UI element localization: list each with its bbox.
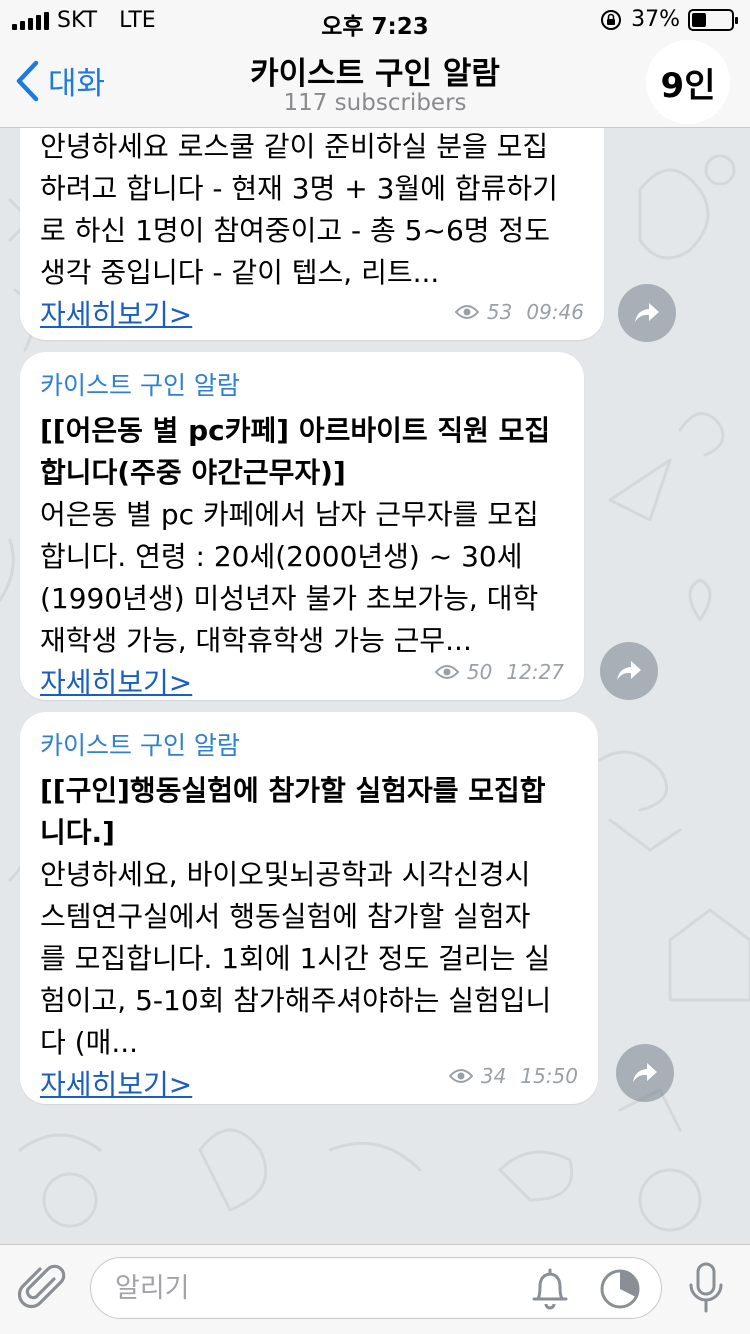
forward-button[interactable]	[600, 642, 658, 700]
message-line: 스템연구실에서 행동실험에 참가할 실험자	[40, 900, 531, 933]
eye-icon	[448, 1069, 473, 1083]
microphone-icon[interactable]	[686, 1261, 726, 1315]
channel-avatar[interactable]: 9인	[646, 40, 730, 124]
message-line: 다 (매...	[40, 1026, 139, 1059]
message-bubble-3: 카이스트 구인 알람 [[구인]행동실험에 참가할 실험자를 모집합 니다.] …	[20, 712, 598, 1104]
message-bubble-2: 카이스트 구인 알람 [[어은동 별 pc카페] 아르바이트 직원 모집 합니다…	[20, 352, 584, 700]
paperclip-icon[interactable]	[18, 1263, 68, 1313]
forward-button[interactable]	[616, 1044, 674, 1102]
share-forward-icon	[635, 303, 659, 322]
title-line: 합니다(주중 야간근무자)]	[40, 456, 346, 489]
message-title: [[구인]행동실험에 참가할 실험자를 모집합 니다.]	[40, 770, 578, 854]
message-line: 합니다. 연령 : 20세(2000년생) ~ 30세	[40, 540, 523, 573]
message-title: [[어은동 별 pc카페] 아르바이트 직원 모집 합니다(주중 야간근무자)]	[40, 410, 564, 494]
share-forward-icon	[633, 1063, 657, 1082]
battery-level-fill	[692, 12, 707, 27]
message-input-bar	[0, 1244, 750, 1334]
message-line: 를 모집합니다. 1회에 1시간 정도 걸리는 실	[40, 942, 551, 975]
message-line: 어은동 별 pc 카페에서 남자 근무자를 모집	[40, 498, 539, 531]
bell-icon[interactable]	[530, 1267, 570, 1311]
message-time: 15:50	[520, 1064, 578, 1088]
message-meta: 50 12:27	[434, 660, 564, 684]
message-line: 안녕하세요 로스쿨 같이 준비하실 분을 모집	[40, 130, 549, 163]
title-line: [[어은동 별 pc카페] 아르바이트 직원 모집	[40, 414, 551, 447]
eye-icon	[434, 665, 459, 679]
message-text: 안녕하세요 로스쿨 같이 준비하실 분을 모집 하려고 합니다 - 현재 3명 …	[40, 126, 584, 294]
eye-icon	[454, 305, 479, 319]
message-line: (1990년생) 미성년자 불가 초보가능, 대학	[40, 582, 539, 615]
share-forward-icon	[617, 661, 641, 680]
status-bar: SKT LTE 오후 7:23 37%	[0, 0, 750, 40]
timer-icon[interactable]	[598, 1267, 642, 1311]
battery-icon	[688, 8, 738, 31]
nav-bar: 대화 카이스트 구인 알람 117 subscribers 9인	[0, 40, 750, 128]
view-count: 34	[480, 1064, 507, 1088]
message-line: 재학생 가능, 대학휴학생 가능 근무...	[40, 624, 472, 657]
read-more-link[interactable]: 자세히보기>	[40, 294, 192, 336]
message-line: 하려고 합니다 - 현재 3명 + 3월에 합류하기	[40, 172, 558, 205]
read-more-link[interactable]: 자세히보기>	[40, 1064, 192, 1106]
battery-percent: 37%	[631, 7, 680, 32]
subscriber-count: 117 subscribers	[283, 90, 467, 116]
view-count: 50	[466, 660, 493, 684]
message-meta: 34 15:50	[448, 1064, 578, 1088]
read-more-link[interactable]: 자세히보기>	[40, 662, 192, 704]
message-line: 생각 중입니다 - 같이 텝스, 리트...	[40, 256, 440, 289]
message-time: 12:27	[506, 660, 564, 684]
status-right: 37%	[599, 7, 738, 32]
message-line: 로 하신 1명이 참여중이고 - 총 5~6명 정도	[40, 214, 550, 247]
title-line: [[구인]행동실험에 참가할 실험자를 모집합	[40, 774, 546, 807]
message-meta: 53 09:46	[454, 300, 584, 324]
view-count: 53	[486, 300, 513, 324]
message-line: 험이고, 5-10회 참가해주셔야하는 실험입니	[40, 984, 552, 1017]
channel-title[interactable]: 카이스트 구인 알람	[0, 48, 750, 93]
message-text: 어은동 별 pc 카페에서 남자 근무자를 모집 합니다. 연령 : 20세(2…	[40, 494, 564, 662]
channel-name[interactable]: 카이스트 구인 알람	[40, 726, 578, 762]
title-line: 니다.]	[40, 816, 115, 849]
message-time: 09:46	[526, 300, 584, 324]
rotation-lock-icon	[601, 9, 622, 30]
message-bubble-1: 안녕하세요 로스쿨 같이 준비하실 분을 모집 하려고 합니다 - 현재 3명 …	[20, 100, 604, 340]
forward-button[interactable]	[618, 284, 676, 342]
message-text: 안녕하세요, 바이오및뇌공학과 시각신경시 스템연구실에서 행동실험에 참가할 …	[40, 854, 578, 1064]
message-line: 안녕하세요, 바이오및뇌공학과 시각신경시	[40, 858, 531, 891]
message-input[interactable]	[90, 1257, 662, 1319]
channel-name[interactable]: 카이스트 구인 알람	[40, 366, 564, 402]
